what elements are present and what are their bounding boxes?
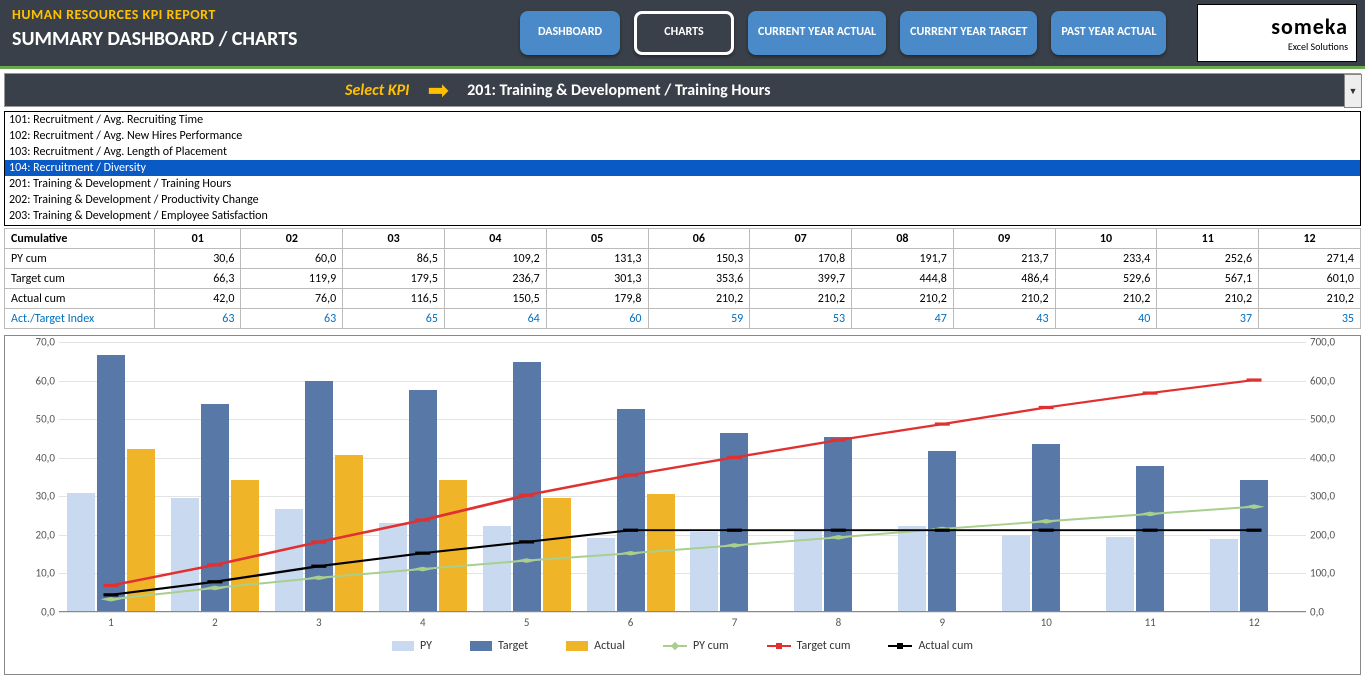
logo: someka Excel Solutions	[1197, 4, 1357, 62]
nav-charts[interactable]: CHARTS	[634, 11, 734, 55]
dropdown-item[interactable]: 102: Recruitment / Avg. New Hires Perfor…	[5, 128, 1360, 144]
dropdown-item[interactable]: 301: Performance & Career Management / D…	[5, 224, 1360, 226]
y-axis-left: 0,010,020,030,040,050,060,070,0	[19, 342, 55, 611]
dropdown-item[interactable]: 104: Recruitment / Diversity	[5, 160, 1360, 176]
y-axis-right: 0,0100,0200,0300,0400,0500,0600,0700,0	[1310, 342, 1350, 611]
kpi-selector-value[interactable]: 201: Training & Development / Training H…	[467, 81, 770, 100]
dropdown-item[interactable]: 101: Recruitment / Avg. Recruiting Time	[5, 112, 1360, 128]
cumulative-table: Cumulative010203040506070809101112PY cum…	[4, 228, 1361, 329]
lines-layer	[59, 342, 1306, 611]
nav-dashboard[interactable]: DASHBOARD	[520, 11, 620, 55]
chart: 0,010,020,030,040,050,060,070,0 0,0100,0…	[4, 335, 1361, 675]
accent-line	[0, 66, 1365, 69]
kpi-dropdown[interactable]: 101: Recruitment / Avg. Recruiting Time1…	[4, 111, 1361, 226]
page-subtitle: SUMMARY DASHBOARD / CHARTS	[12, 27, 508, 51]
legend-targetcum: Target cum	[767, 639, 851, 653]
legend-actual: Actual	[566, 639, 625, 653]
report-title: HUMAN RESOURCES KPI REPORT	[12, 6, 508, 23]
kpi-selector-label: Select KPI	[345, 81, 409, 100]
dropdown-item[interactable]: 203: Training & Development / Employee S…	[5, 208, 1360, 224]
dropdown-item[interactable]: 103: Recruitment / Avg. Length of Placem…	[5, 144, 1360, 160]
nav-cy-actual[interactable]: CURRENT YEAR ACTUAL	[748, 11, 886, 55]
header: HUMAN RESOURCES KPI REPORT SUMMARY DASHB…	[0, 0, 1365, 66]
nav-py-actual[interactable]: PAST YEAR ACTUAL	[1051, 11, 1166, 55]
x-axis: 123456789101112	[59, 616, 1306, 629]
plot-area: 0,010,020,030,040,050,060,070,0 0,0100,0…	[59, 342, 1306, 612]
arrow-right-icon: ➡	[427, 74, 449, 106]
dropdown-item[interactable]: 201: Training & Development / Training H…	[5, 176, 1360, 192]
nav-cy-target[interactable]: CURRENT YEAR TARGET	[900, 11, 1037, 55]
legend-py: PY	[392, 639, 432, 653]
logo-text: someka	[1271, 13, 1348, 40]
kpi-selector-bar: Select KPI ➡ 201: Training & Development…	[4, 73, 1361, 107]
header-titles: HUMAN RESOURCES KPI REPORT SUMMARY DASHB…	[0, 0, 520, 66]
nav-buttons: DASHBOARD CHARTS CURRENT YEAR ACTUAL CUR…	[520, 0, 1189, 66]
legend: PY Target Actual PY cum Target cum Actua…	[15, 639, 1350, 653]
legend-actualcum: Actual cum	[888, 639, 973, 653]
dropdown-item[interactable]: 202: Training & Development / Productivi…	[5, 192, 1360, 208]
legend-pycum: PY cum	[663, 639, 729, 653]
dropdown-toggle-icon[interactable]: ▼	[1344, 74, 1362, 108]
logo-subtext: Excel Solutions	[1288, 40, 1348, 53]
legend-target: Target	[470, 639, 528, 653]
